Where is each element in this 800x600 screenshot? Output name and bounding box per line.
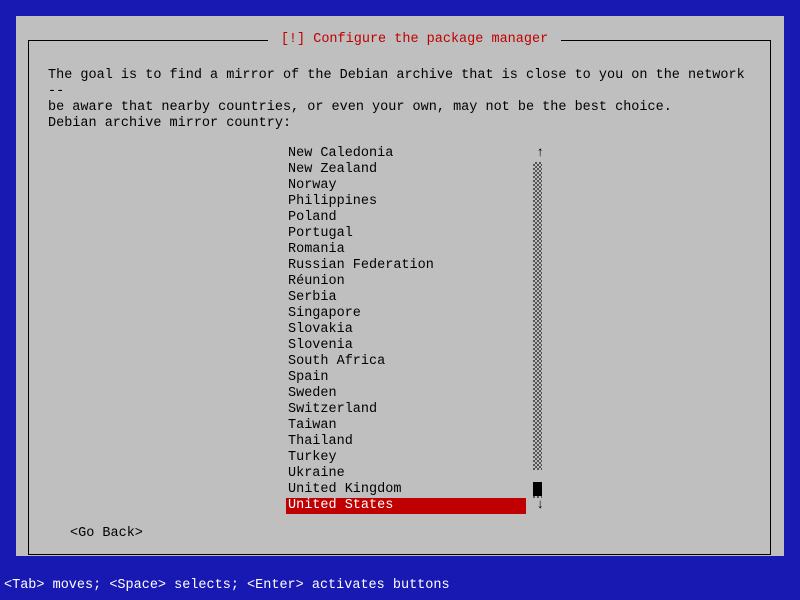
- scroll-up-arrow-icon[interactable]: ↑: [534, 146, 546, 162]
- list-item[interactable]: New Zealand: [286, 162, 526, 178]
- list-item[interactable]: Romania: [286, 242, 526, 258]
- list-item[interactable]: Singapore: [286, 306, 526, 322]
- scrollbar-thumb[interactable]: [533, 482, 542, 496]
- go-back-button[interactable]: <Go Back>: [70, 526, 143, 542]
- list-item[interactable]: Switzerland: [286, 402, 526, 418]
- frame-border: [28, 554, 771, 555]
- field-label: Debian archive mirror country:: [48, 116, 291, 132]
- mirror-country-list[interactable]: New CaledoniaNew ZealandNorwayPhilippine…: [286, 146, 526, 514]
- frame-border: [28, 40, 268, 41]
- dialog-description: The goal is to find a mirror of the Debi…: [48, 68, 758, 116]
- frame-border: [561, 40, 771, 41]
- list-item[interactable]: Norway: [286, 178, 526, 194]
- frame-border: [770, 40, 771, 555]
- frame-border: [28, 40, 29, 555]
- key-hint: <Tab> moves; <Space> selects; <Enter> ac…: [4, 578, 450, 594]
- list-item[interactable]: Sweden: [286, 386, 526, 402]
- list-item[interactable]: Thailand: [286, 434, 526, 450]
- list-item[interactable]: Philippines: [286, 194, 526, 210]
- list-item[interactable]: New Caledonia: [286, 146, 526, 162]
- scroll-down-arrow-icon[interactable]: ↓: [534, 498, 546, 514]
- scrollbar-track[interactable]: [533, 162, 542, 498]
- list-item[interactable]: United States: [286, 498, 526, 514]
- list-item[interactable]: Ukraine: [286, 466, 526, 482]
- list-item[interactable]: Turkey: [286, 450, 526, 466]
- list-item[interactable]: Slovakia: [286, 322, 526, 338]
- list-item[interactable]: United Kingdom: [286, 482, 526, 498]
- list-item[interactable]: Poland: [286, 210, 526, 226]
- list-item[interactable]: Russian Federation: [286, 258, 526, 274]
- installer-panel: [!] Configure the package manager The go…: [16, 16, 784, 556]
- dialog-title: [!] Configure the package manager: [268, 32, 561, 48]
- list-item[interactable]: South Africa: [286, 354, 526, 370]
- list-item[interactable]: Taiwan: [286, 418, 526, 434]
- list-item[interactable]: Slovenia: [286, 338, 526, 354]
- list-item[interactable]: Réunion: [286, 274, 526, 290]
- list-item[interactable]: Serbia: [286, 290, 526, 306]
- list-item[interactable]: Spain: [286, 370, 526, 386]
- list-item[interactable]: Portugal: [286, 226, 526, 242]
- scrollbar-track: [533, 470, 542, 482]
